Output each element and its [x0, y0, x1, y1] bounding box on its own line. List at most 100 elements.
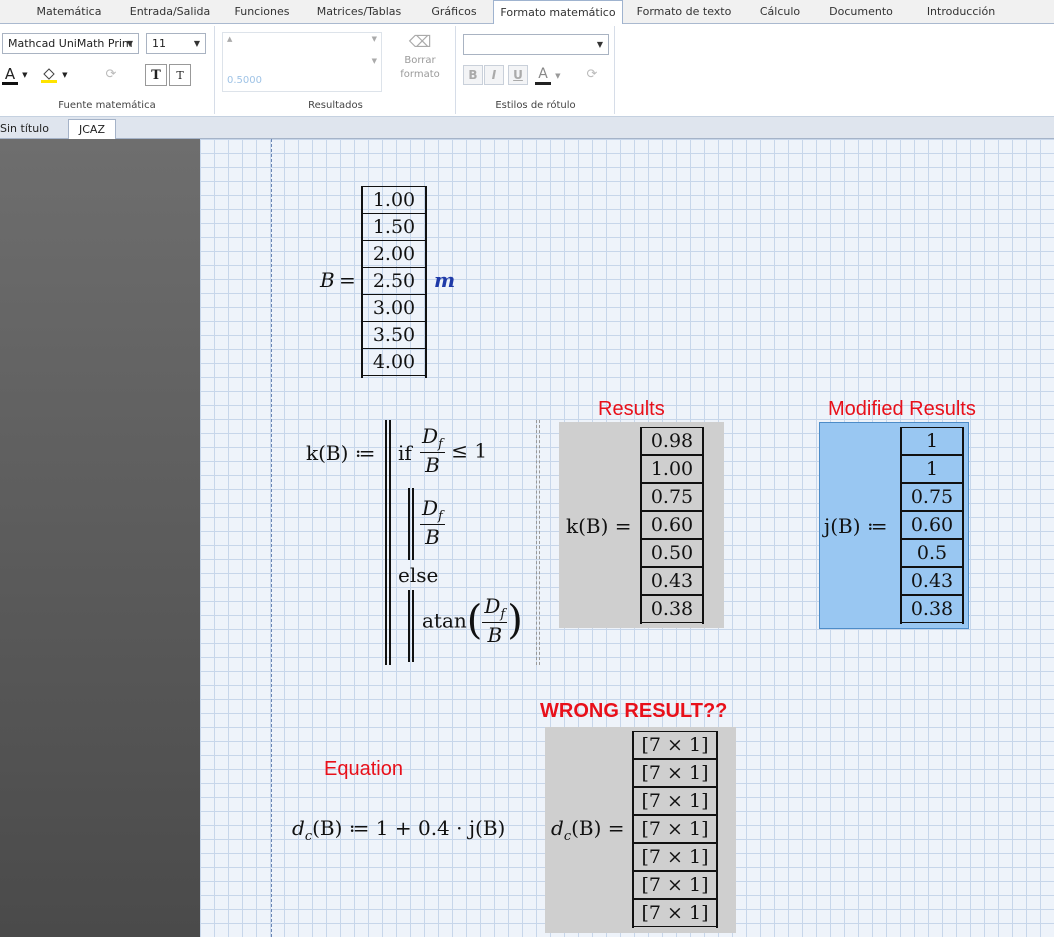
label-style-combo[interactable]: ▼: [463, 34, 609, 55]
tab-calculo[interactable]: Cálculo: [744, 0, 816, 24]
paren-close: ): [507, 597, 523, 644]
eraser-icon: ⌫: [408, 32, 432, 51]
font-color-glyph: A: [2, 66, 18, 85]
program-bar-right: [536, 420, 540, 665]
j-definition-cell: 1: [902, 427, 962, 455]
j-definition-cell: 0.75: [902, 483, 962, 511]
then-numerator: D: [422, 496, 439, 520]
refresh-icon[interactable]: ⟳: [581, 64, 603, 86]
tab-funciones[interactable]: Funciones: [222, 0, 302, 24]
dc-result-cell: [7 × 1]: [634, 815, 716, 843]
dc-result-cell: [7 × 1]: [634, 871, 716, 899]
atan-subscript: f: [500, 607, 506, 622]
label-color-button[interactable]: A ▼: [535, 64, 571, 86]
tab-documento[interactable]: Documento: [816, 0, 906, 24]
dc-result-symbol: d: [551, 816, 564, 840]
italic-button[interactable]: I: [484, 65, 504, 85]
cond-subscript: f: [438, 437, 443, 452]
tab-entrada-salida[interactable]: Entrada/Salida: [118, 0, 222, 24]
b-vector-cell: 3.00: [363, 294, 425, 322]
dc-symbol: d: [292, 816, 305, 840]
results-label: Results: [598, 398, 665, 420]
program-bar-then: [408, 488, 414, 560]
tab-introduccion[interactable]: Introducción: [906, 0, 1016, 24]
ribbon: Mathcad UniMath Prim ▼ 11 ▼ A ▼ ▼ ⟳ T T …: [0, 24, 1054, 117]
chevron-down-icon: ▼: [126, 39, 133, 48]
then-subscript: f: [438, 509, 443, 524]
clear-format-button[interactable]: ⌫ Borrar formato: [392, 30, 448, 94]
label-styles-group-label: Estilos de rótulo: [495, 100, 576, 111]
j-definition-cell: 0.38: [902, 595, 962, 623]
j-definition-vector: 1 1 0.75 0.60 0.5 0.43 0.38: [900, 427, 964, 624]
atan-numerator: D: [484, 594, 501, 618]
highlight-color-button[interactable]: ▼: [40, 64, 78, 86]
dc-result-cell: [7 × 1]: [634, 731, 716, 759]
j-definition-cell: 0.43: [902, 567, 962, 595]
program-bar-outer: [385, 420, 391, 665]
if-keyword: if: [398, 441, 412, 465]
font-size-combo[interactable]: 11 ▼: [146, 33, 206, 54]
b-vector[interactable]: 1.00 1.50 2.00 2.50 3.00 3.50 4.00: [361, 186, 427, 378]
results-format-spinner[interactable]: ▲ ▼ ▼ 0.5000: [222, 32, 382, 92]
dc-result-equals: (B) =: [571, 816, 625, 840]
k-result-lhs: k(B) =: [566, 514, 632, 538]
dc-subscript: c: [304, 829, 313, 844]
b-vector-cell: 2.00: [363, 240, 425, 268]
results-format-value: 0.5000: [227, 75, 262, 86]
text-style-button-2[interactable]: T: [169, 64, 191, 86]
tab-matrices-tablas[interactable]: Matrices/Tablas: [302, 0, 416, 24]
tab-graficos[interactable]: Gráficos: [416, 0, 492, 24]
dc-result-cell: [7 × 1]: [634, 787, 716, 815]
dc-result-subscript: c: [563, 829, 572, 844]
refresh-icon[interactable]: ⟳: [100, 64, 122, 86]
font-name-combo[interactable]: Mathcad UniMath Prim ▼: [2, 33, 139, 54]
j-definition-cell: 0.60: [902, 511, 962, 539]
cond-numerator: D: [422, 424, 439, 448]
label-styles-group: ▼ B I U A ▼ ⟳ Estilos de rótulo: [457, 26, 615, 114]
dc-expression: (B) ≔ 1 + 0.4 · j(B): [312, 816, 506, 840]
atan-function: atan: [422, 608, 467, 633]
tab-formato-de-texto[interactable]: Formato de texto: [624, 0, 744, 24]
text-style-button-1[interactable]: T: [145, 64, 167, 86]
paren-open: (: [466, 597, 483, 644]
font-color-button[interactable]: A ▼: [2, 64, 38, 86]
j-definition-lhs: j(B) ≔: [824, 514, 888, 538]
then-branch: Df B: [420, 496, 445, 549]
tab-formato-matematico[interactable]: Formato matemático: [493, 0, 623, 25]
j-definition-cell: 1: [902, 455, 962, 483]
chevron-down-icon: ▼: [555, 72, 561, 80]
b-vector-cell: 1.00: [363, 186, 425, 214]
chevron-down-icon: ▼: [371, 57, 377, 65]
b-vector-cell: 1.50: [363, 213, 425, 241]
cond-denominator: B: [425, 453, 440, 477]
paint-bucket-icon: [40, 66, 58, 84]
ribbon-tab-bar: Matemática Entrada/Salida Funciones Matr…: [0, 0, 1054, 25]
k-result-vector: 0.98 1.00 0.75 0.60 0.50 0.43 0.38: [640, 427, 704, 624]
b-vector-cell: 2.50: [363, 267, 425, 295]
dc-result-lhs: dc(B) =: [551, 816, 625, 844]
wrong-result-label: WRONG RESULT??: [540, 700, 728, 722]
unit-meter: m: [434, 268, 456, 292]
label-color-glyph: A: [535, 66, 551, 85]
j-definition-cell: 0.5: [902, 539, 962, 567]
left-gray-pane: [0, 139, 200, 937]
chevron-down-icon: ▼: [596, 40, 603, 49]
atan-denominator: B: [487, 623, 503, 647]
then-denominator: B: [425, 525, 440, 549]
bold-button[interactable]: B: [463, 65, 483, 85]
font-size-value: 11: [152, 37, 166, 50]
dc-definition[interactable]: dc(B) ≔ 1 + 0.4 · j(B): [292, 816, 505, 844]
dc-result-cell: [7 × 1]: [634, 843, 716, 871]
doc-tab-sin-titulo[interactable]: Sin título: [0, 119, 59, 139]
underline-button[interactable]: U: [508, 65, 528, 85]
k-result-cell: 0.50: [642, 539, 702, 567]
b-vector-cell: 3.50: [363, 321, 425, 349]
k-result-cell: 0.98: [642, 427, 702, 455]
cond-rhs: ≤ 1: [451, 438, 488, 463]
tab-matematica[interactable]: Matemática: [20, 0, 118, 24]
k-definition-head: k(B) ≔: [306, 441, 376, 465]
dc-result-cell: [7 × 1]: [634, 899, 716, 927]
else-branch: atan(Df B): [422, 594, 523, 647]
b-vector-cell: 4.00: [363, 348, 425, 376]
doc-tab-jcaz[interactable]: JCAZ: [68, 119, 116, 139]
